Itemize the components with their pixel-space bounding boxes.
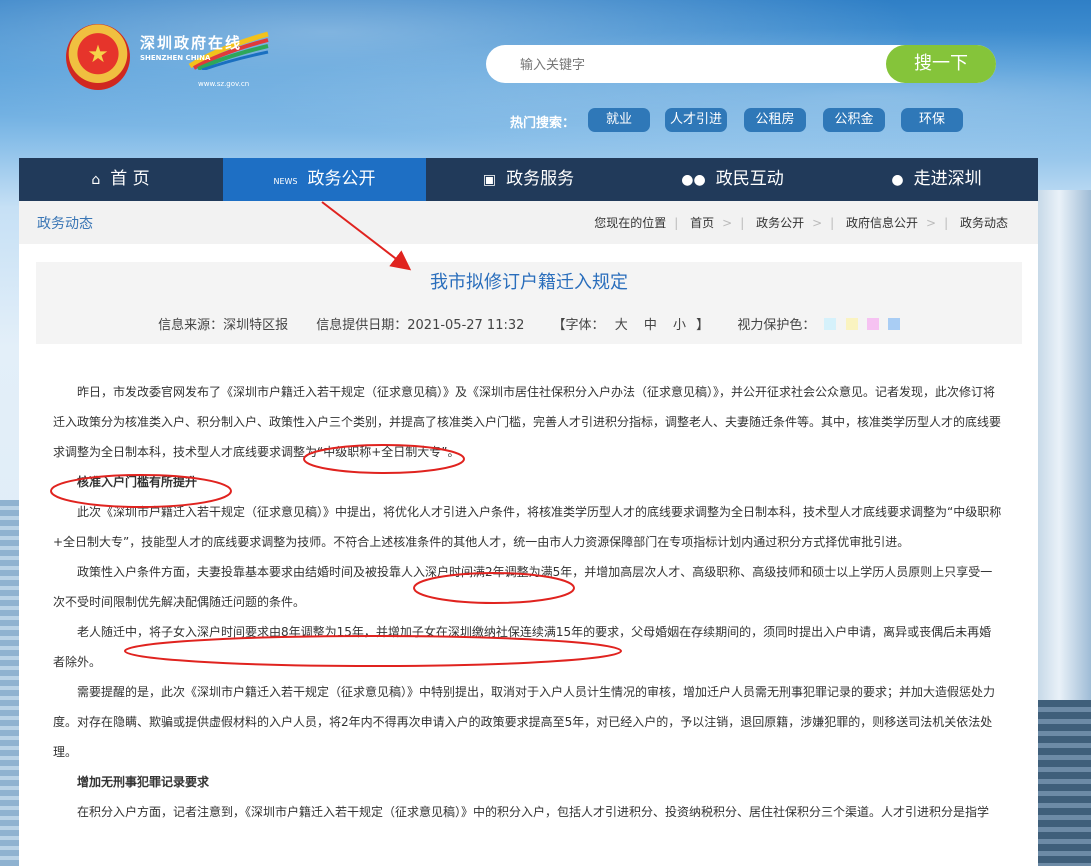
font-size-medium[interactable]: 中: [644, 318, 657, 333]
monitor-icon: ▣: [482, 172, 497, 188]
article-paragraph: 在积分入户方面，记者注意到，《深圳市户籍迁入若干规定（征求意见稿）》中的积分入户…: [77, 805, 990, 819]
eye-protection-label: 视力保护色：: [737, 318, 816, 333]
search-button[interactable]: 搜一下: [886, 45, 996, 83]
breadcrumb: 您现在的位置 | 首页 > | 政务公开 > | 政府信息公开 > | 政务动态: [594, 216, 1008, 230]
news-icon: NEWS: [273, 177, 298, 186]
users-icon: ●●: [681, 172, 706, 188]
breadcrumb-gov-affairs[interactable]: 政务公开: [756, 216, 804, 230]
font-size-control: 【字体： 大 中 小 】: [553, 318, 714, 333]
article-header: 我市拟修订户籍迁入规定 信息来源：深圳特区报 信息提供日期：2021-05-27…: [36, 262, 1022, 344]
eye-color-swatch-yellow[interactable]: [845, 318, 858, 330]
article-paragraph: 昨日，市发改委官网发布了《深圳市户籍迁入若干规定（征求意见稿）》及《深圳市居住社…: [53, 385, 1002, 459]
article-body: 昨日，市发改委官网发布了《深圳市户籍迁入若干规定（征求意见稿）》及《深圳市居住社…: [53, 377, 1003, 827]
site-logo[interactable]: 深圳政府在线 SHENZHEN CHINA www.sz.gov.cn: [138, 28, 269, 94]
article-paragraph: 需要提醒的是，此次《深圳市户籍迁入若干规定（征求意见稿）》中特别提出，取消对于入…: [53, 685, 996, 759]
article-paragraph: 政策性入户条件方面，夫妻投靠基本要求由结婚时间及被投靠人入深户时间满2年调整为满…: [53, 565, 993, 609]
section-title[interactable]: 政务动态: [37, 213, 93, 233]
nav-label-gov-affairs-open: 政务公开: [307, 169, 376, 189]
chat-icon: ●: [891, 172, 904, 188]
breadcrumb-home[interactable]: 首页: [690, 216, 714, 230]
search-input[interactable]: [518, 45, 882, 85]
nav-label-gov-services: 政务服务: [506, 169, 575, 189]
nav-item-gov-services[interactable]: ▣ 政务服务: [427, 158, 630, 201]
nav-item-home[interactable]: ⌂ 首 页: [19, 158, 222, 201]
article-paragraph: 老人随迁中，将子女入深户时间要求由8年调整为15年，并增加子女在深圳缴纳社保连续…: [53, 625, 992, 669]
font-size-close: 】: [696, 318, 710, 333]
article-date: 信息提供日期：2021-05-27 11:32: [316, 318, 525, 333]
breadcrumb-news[interactable]: 政务动态: [960, 216, 1008, 230]
article-title: 我市拟修订户籍迁入规定: [430, 272, 628, 293]
nav-label-about-shenzhen: 走进深圳: [913, 169, 982, 189]
nav-item-gov-affairs-open[interactable]: NEWS 政务公开: [223, 158, 426, 201]
nav-item-interaction[interactable]: ●● 政民互动: [631, 158, 834, 201]
hot-tag-environment[interactable]: 环保: [901, 108, 963, 132]
building-left-decoration: [0, 500, 20, 866]
article-subheading: 核准入户门槛有所提升: [77, 475, 198, 489]
hot-tag-talent[interactable]: 人才引进: [665, 108, 727, 132]
building-right-lower-decoration: [1038, 700, 1091, 866]
hot-tag-housing-fund[interactable]: 公积金: [823, 108, 885, 132]
article-subheading: 增加无刑事犯罪记录要求: [77, 775, 210, 789]
logo-url: www.sz.gov.cn: [198, 80, 250, 88]
logo-text-en: SHENZHEN CHINA: [140, 54, 211, 62]
font-size-small[interactable]: 小: [673, 318, 686, 333]
hot-tag-public-housing[interactable]: 公租房: [744, 108, 806, 132]
font-size-large[interactable]: 大: [615, 318, 628, 333]
breadcrumb-bar: 政务动态 您现在的位置 | 首页 > | 政务公开 > | 政府信息公开 > | 政务动态: [19, 201, 1038, 244]
eye-color-swatch-pink[interactable]: [866, 318, 879, 330]
main-nav: ⌂ 首 页 NEWS 政务公开 ▣ 政务服务 ●● 政民互动 ● 走进深圳: [19, 158, 1038, 201]
content-panel: 政务动态 您现在的位置 | 首页 > | 政务公开 > | 政府信息公开 > | 政务动态 我…: [19, 201, 1038, 866]
article-paragraph: 此次《深圳市户籍迁入若干规定（征求意见稿）》中提出，将优化人才引进入户条件，将核…: [53, 505, 1002, 549]
article-source: 信息来源：深圳特区报: [158, 318, 289, 333]
nav-label-home: 首 页: [110, 169, 150, 189]
nav-label-interaction: 政民互动: [715, 169, 784, 189]
eye-protection-control: 视力保护色：: [737, 318, 900, 333]
breadcrumb-prefix: 您现在的位置: [594, 216, 667, 230]
eye-color-swatch-blue[interactable]: [887, 318, 900, 330]
home-icon: ⌂: [91, 172, 101, 188]
font-size-label: 【字体：: [552, 318, 605, 333]
hot-tag-employment[interactable]: 就业: [588, 108, 650, 132]
national-emblem-icon: ★: [66, 24, 130, 90]
hot-search-label: 热门搜索：: [510, 116, 576, 131]
search-box: 搜一下: [486, 45, 996, 85]
eye-color-swatch-cyan[interactable]: [824, 318, 837, 330]
logo-text-cn: 深圳政府在线: [140, 34, 243, 52]
breadcrumb-gov-info[interactable]: 政府信息公开: [846, 216, 918, 230]
article-meta: 信息来源：深圳特区报 信息提供日期：2021-05-27 11:32 【字体： …: [36, 314, 1022, 333]
nav-item-about-shenzhen[interactable]: ● 走进深圳: [835, 158, 1038, 201]
